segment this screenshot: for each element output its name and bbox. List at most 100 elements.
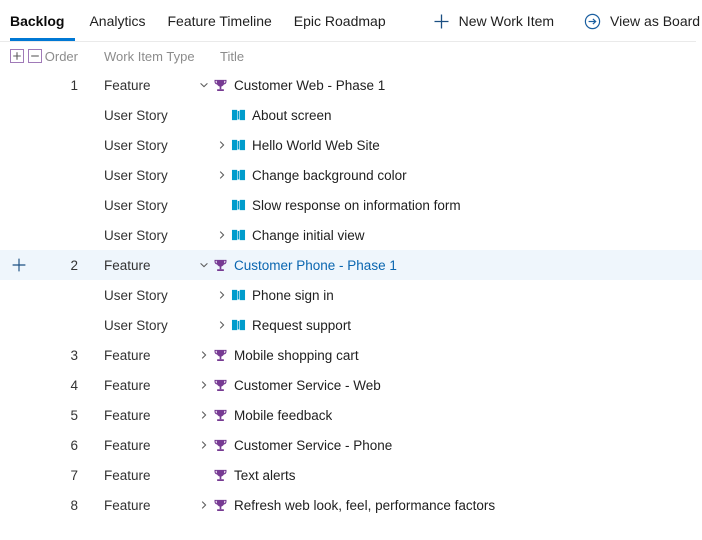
chevron-right-icon[interactable] [214,287,230,303]
trophy-icon [212,407,228,423]
grid-body: 1FeatureCustomer Web - Phase 1User Story… [0,70,702,520]
cell-work-item-type: User Story [78,138,196,153]
table-row[interactable]: 3Feature Mobile shopping cart [0,340,702,370]
chevron-right-icon[interactable] [214,227,230,243]
work-item-title-link[interactable]: Mobile feedback [234,408,332,423]
cell-work-item-type: Feature [78,408,196,423]
table-row[interactable]: 1FeatureCustomer Web - Phase 1 [0,70,702,100]
work-item-title-link[interactable]: Customer Service - Web [234,378,381,393]
work-item-title-link[interactable]: Phone sign in [252,288,334,303]
work-item-title-link[interactable]: Slow response on information form [252,198,461,213]
cell-title: Change background color [196,167,702,183]
tab-feature-timeline[interactable]: Feature Timeline [157,0,283,42]
work-item-title-link[interactable]: Customer Web - Phase 1 [234,78,385,93]
trophy-icon [212,437,228,453]
cell-work-item-type: Feature [78,378,196,393]
table-row[interactable]: User Story Change initial view [0,220,702,250]
column-header-title[interactable]: Title [196,49,702,64]
cell-order: 2 [42,258,78,273]
cell-work-item-type: User Story [78,318,196,333]
cell-title: Customer Web - Phase 1 [196,77,702,93]
grid-header-gutter [0,49,42,63]
tab-analytics[interactable]: Analytics [78,0,156,42]
table-row[interactable]: 2FeatureCustomer Phone - Phase 1 [0,250,702,280]
cell-order: 3 [42,348,78,363]
column-header-work-item-type[interactable]: Work Item Type [78,49,196,64]
work-item-title-link[interactable]: Change initial view [252,228,365,243]
table-row[interactable]: 8FeatureRefresh web look, feel, performa… [0,490,702,520]
work-item-title-link[interactable]: Change background color [252,168,407,183]
cell-work-item-type: Feature [78,498,196,513]
add-child-item-icon[interactable] [10,256,28,274]
cell-title: Customer Service - Phone [196,437,702,453]
cell-title: Text alerts [196,467,702,483]
new-work-item-button[interactable]: New Work Item [427,4,560,38]
chevron-right-icon[interactable] [196,347,212,363]
chevron-right-icon[interactable] [214,317,230,333]
cell-title: Mobile feedback [196,407,702,423]
table-row[interactable]: User Story Request support [0,310,702,340]
twisty-placeholder [196,467,212,483]
tab-epic-roadmap-label: Epic Roadmap [294,13,386,29]
book-icon [230,197,246,213]
trophy-icon [212,77,228,93]
cell-work-item-type: User Story [78,228,196,243]
table-row[interactable]: User StoryAbout screen [0,100,702,130]
table-row[interactable]: 5FeatureMobile feedback [0,400,702,430]
cell-work-item-type: Feature [78,468,196,483]
chevron-right-icon[interactable] [214,137,230,153]
cell-title: Slow response on information form [196,197,702,213]
tab-epic-roadmap[interactable]: Epic Roadmap [283,0,397,42]
book-icon [230,317,246,333]
view-tab-bar: Backlog Analytics Feature Timeline Epic … [0,0,702,42]
twisty-placeholder [214,197,230,213]
view-as-board-label: View as Board [610,13,700,29]
trophy-icon [212,347,228,363]
cell-work-item-type: Feature [78,438,196,453]
tab-backlog[interactable]: Backlog [10,0,75,42]
work-item-title-link[interactable]: About screen [252,108,332,123]
work-item-title-link[interactable]: Customer Phone - Phase 1 [234,258,397,273]
table-row[interactable]: User Story Hello World Web Site [0,130,702,160]
book-icon [230,137,246,153]
trophy-icon [212,257,228,273]
chevron-right-icon[interactable] [214,167,230,183]
work-item-title-link[interactable]: Customer Service - Phone [234,438,392,453]
view-as-board-button[interactable]: View as Board [578,4,702,38]
chevron-right-icon[interactable] [196,377,212,393]
cell-title: Change initial view [196,227,702,243]
cell-title: Phone sign in [196,287,702,303]
work-item-title-link[interactable]: Text alerts [234,468,296,483]
tab-analytics-label: Analytics [89,13,145,29]
column-header-order[interactable]: Order [42,49,78,64]
chevron-right-icon[interactable] [196,497,212,513]
table-row[interactable]: 7Feature Text alerts [0,460,702,490]
row-gutter [0,256,42,274]
chevron-down-icon[interactable] [196,257,212,273]
table-row[interactable]: User StoryPhone sign in [0,280,702,310]
chevron-right-icon[interactable] [196,437,212,453]
cell-work-item-type: Feature [78,348,196,363]
work-item-title-link[interactable]: Request support [252,318,351,333]
new-work-item-label: New Work Item [459,13,554,29]
work-item-title-link[interactable]: Mobile shopping cart [234,348,359,363]
chevron-right-icon[interactable] [196,407,212,423]
chevron-down-icon[interactable] [196,77,212,93]
table-row[interactable]: 4Feature Customer Service - Web [0,370,702,400]
work-item-title-link[interactable]: Refresh web look, feel, performance fact… [234,498,495,513]
plus-box-icon[interactable] [10,49,24,63]
table-row[interactable]: 6FeatureCustomer Service - Phone [0,430,702,460]
table-row[interactable]: User StorySlow response on information f… [0,190,702,220]
cell-work-item-type: Feature [78,78,196,93]
cell-title: Customer Phone - Phase 1 [196,257,702,273]
cell-order: 4 [42,378,78,393]
book-icon [230,167,246,183]
minus-box-icon[interactable] [28,49,42,63]
work-item-title-link[interactable]: Hello World Web Site [252,138,380,153]
table-row[interactable]: User StoryChange background color [0,160,702,190]
trophy-icon [212,467,228,483]
cell-title: Mobile shopping cart [196,347,702,363]
cell-order: 7 [42,468,78,483]
twisty-placeholder [214,107,230,123]
cell-title: About screen [196,107,702,123]
